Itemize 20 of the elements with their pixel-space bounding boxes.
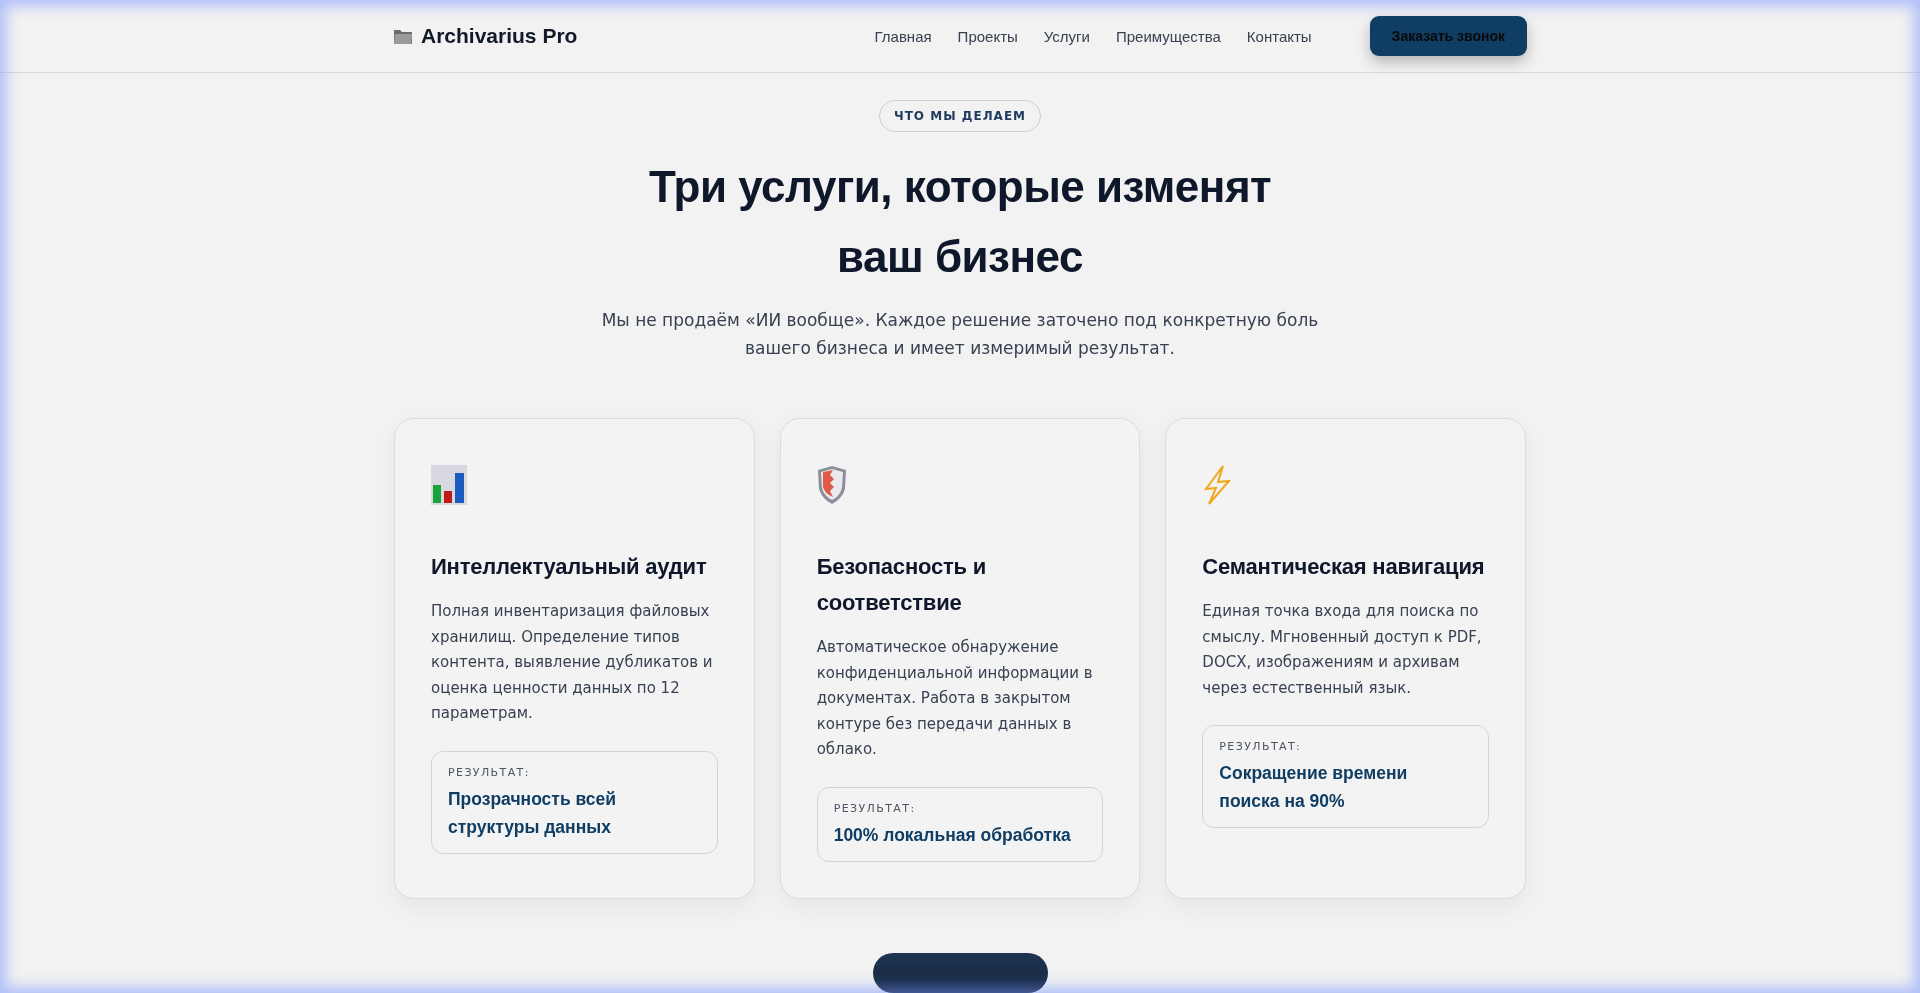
card-description: Автоматическое обнаружение конфиденциальной информации в документах. Работа в закрытом контуре без передачи данных в облако. xyxy=(816,637,1094,760)
result-value: Прозрачность всей структуры данных xyxy=(448,787,618,839)
nav-link[interactable]: Главная xyxy=(874,27,932,45)
result-value: 100% локальная обработка xyxy=(833,823,1072,847)
card-title: Семантическая навигация xyxy=(1202,553,1486,581)
section-title: Три услуги, которые изменят ваш бизнес xyxy=(648,161,1272,283)
nav-link[interactable]: Контакты xyxy=(1246,27,1312,45)
card-title: Безопасность и соответствие xyxy=(816,553,988,617)
result-value: Сокращение времени поиска на 90% xyxy=(1219,762,1409,813)
card-description: Полная инвентаризация файловых хранилищ. Определение типов контента, выявление дубликатов и оценка ценности данных по 12 параметрам. xyxy=(431,601,714,724)
card-title: Интеллектуальный аудит xyxy=(431,553,708,581)
result-label: РЕЗУЛЬТАТ: xyxy=(1219,740,1303,753)
logo-text[interactable]: Archivarius Pro xyxy=(421,24,578,48)
nav-link[interactable]: Преимущества xyxy=(1115,27,1221,45)
nav-link[interactable]: Услуги xyxy=(1043,27,1090,45)
result-label: РЕЗУЛЬТАТ: xyxy=(448,765,531,779)
card-description: Единая точка входа для поиска по смыслу. Мгновенный доступ к PDF, DOCX, изображениям и архивам через естественный язык. xyxy=(1202,601,1483,699)
result-label: РЕЗУЛЬТАТ: xyxy=(833,801,917,815)
nav-link[interactable]: Проекты xyxy=(957,27,1018,45)
section-subtitle: Мы не продаём «ИИ вообще». Каждое решение заточено под конкретную боль вашего бизнеса и имеет измеримый результат. xyxy=(601,309,1319,360)
